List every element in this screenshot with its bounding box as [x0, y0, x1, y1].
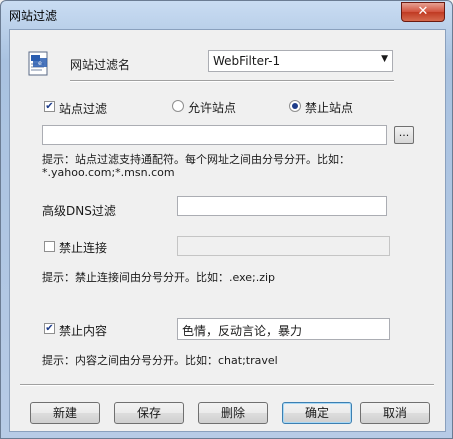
dialog-body: e 网站过滤名 WebFilter-1 ▼ ✔ 站点过滤 允许站点 禁止站点 .…: [9, 29, 446, 432]
block-connection-label: 禁止连接: [59, 241, 108, 255]
footer-separator: [20, 384, 434, 386]
sites-input[interactable]: [42, 125, 387, 145]
block-sites-label: 禁止站点: [305, 101, 354, 115]
ellipsis-icon: ...: [398, 126, 410, 139]
dns-filter-input[interactable]: [177, 196, 387, 216]
cancel-button[interactable]: 取消: [360, 402, 430, 424]
save-button[interactable]: 保存: [114, 402, 184, 424]
dialog-window: 网站过滤 ✕ e 网站过滤名 WebFilter-1 ▼ ✔ 站点过滤 允许站点: [0, 0, 453, 439]
document-icon: e: [28, 51, 48, 76]
allow-sites-label: 允许站点: [188, 101, 237, 115]
title-bar[interactable]: 网站过滤 ✕: [1, 1, 452, 29]
header-separator: [70, 80, 394, 82]
filter-name-label: 网站过滤名: [70, 58, 131, 72]
checkmark-icon: ✔: [45, 101, 54, 112]
ok-button[interactable]: 确定: [282, 402, 352, 424]
delete-button[interactable]: 删除: [198, 402, 268, 424]
block-sites-radio[interactable]: [289, 100, 301, 112]
block-content-label: 禁止内容: [59, 324, 108, 338]
new-button[interactable]: 新建: [30, 402, 100, 424]
block-content-checkbox[interactable]: ✔: [44, 323, 55, 334]
site-filter-checkbox[interactable]: ✔: [44, 101, 55, 112]
block-connection-input[interactable]: [177, 236, 390, 256]
window-title: 网站过滤: [9, 9, 58, 23]
site-filter-label: 站点过滤: [59, 102, 108, 116]
dns-filter-label: 高级DNS过滤: [42, 204, 116, 218]
block-connection-hint: 提示：禁止连接间由分号分开。比如：.exe;.zip: [42, 271, 276, 284]
block-content-hint: 提示：内容之间由分号分开。比如：chat;travel: [42, 354, 278, 367]
block-content-input[interactable]: 色情，反动言论，暴力: [177, 318, 390, 340]
browse-button[interactable]: ...: [394, 126, 414, 144]
filter-name-value: WebFilter-1: [213, 54, 281, 68]
chevron-down-icon[interactable]: ▼: [381, 54, 388, 64]
site-filter-hint-line2: *.yahoo.com;*.msn.com: [42, 166, 175, 179]
close-icon: ✕: [417, 4, 429, 19]
site-filter-hint-line1: 提示：站点过滤支持通配符。每个网址之间由分号分开。比如：: [42, 153, 350, 166]
close-button[interactable]: ✕: [401, 2, 445, 22]
filter-name-combobox[interactable]: WebFilter-1 ▼: [208, 50, 393, 72]
checkmark-icon: ✔: [45, 323, 54, 334]
site-filter-hint: 提示：站点过滤支持通配符。每个网址之间由分号分开。比如： *.yahoo.com…: [42, 153, 350, 179]
allow-sites-radio[interactable]: [172, 100, 184, 112]
svg-text:e: e: [38, 60, 42, 67]
block-connection-checkbox[interactable]: [44, 241, 55, 252]
